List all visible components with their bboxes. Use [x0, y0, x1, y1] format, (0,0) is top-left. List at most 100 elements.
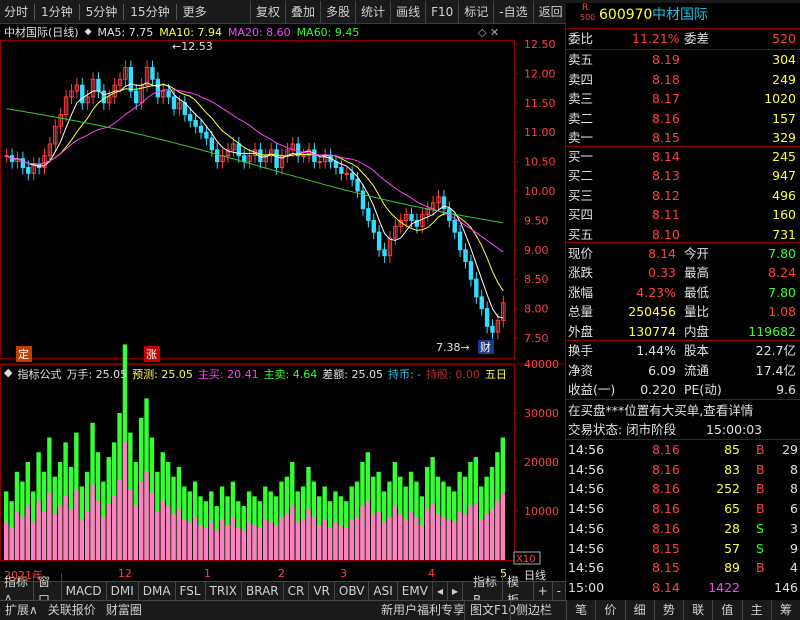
volume-bar-buy [257, 527, 263, 560]
indicator-tab-13[interactable]: ◂ [433, 582, 448, 600]
volume-bar-buy [403, 519, 408, 560]
indicator-legend: ◆ 指标公式 万手: 25.05 预测: 25.05 主买: 20.41 主卖:… [4, 366, 507, 382]
indicator-tab-3[interactable]: DMI [107, 582, 139, 600]
bid-price: 8.13 [652, 168, 680, 184]
chart-settings-icon[interactable]: ◆ [85, 27, 92, 37]
toolbar-separator [78, 3, 80, 20]
volume-bar-buy [344, 527, 349, 560]
candle-body [101, 90, 107, 104]
fund-value: 6.09 [648, 362, 676, 378]
date-label: 1 [204, 567, 211, 580]
period-selector: 分时 1分钟 5分钟 15分钟 更多 [0, 0, 211, 24]
indicator-tab-9[interactable]: VR [309, 582, 335, 600]
toolbar-button-3[interactable]: 统计 [355, 0, 390, 23]
volume-bar-buy [473, 503, 479, 560]
volume-bar-buy [203, 527, 209, 560]
period-3[interactable]: 15分钟 [126, 0, 173, 24]
candle-body [274, 149, 279, 168]
price-tick-label: 8.50 [524, 273, 549, 286]
candle-body [490, 325, 495, 333]
price-pane-frame [0, 40, 515, 359]
sidebar-button[interactable]: 侧边栏 [510, 601, 557, 620]
bid-price: 8.11 [652, 207, 680, 223]
volume-bar-buy [284, 514, 290, 560]
quote-label: 涨幅 [568, 284, 594, 300]
weidiff-value: 520 [772, 31, 796, 46]
volume-bar-buy [117, 479, 122, 560]
indicator-tab-17[interactable]: + [534, 582, 553, 600]
volume-bar-buy [306, 508, 311, 560]
toolbar-button-0[interactable]: 复权 [250, 0, 285, 23]
fund-row: 收益(一) 0.220 PE(动) 9.6 [566, 380, 800, 399]
kline-chart-area[interactable]: 12.50 12.00 11.50 11.00 10.50 10.00 9.50 9.00 8.… [0, 24, 566, 594]
bid-label: 买一 [568, 149, 594, 164]
volume-bar-buy [52, 514, 57, 560]
candle-body [409, 214, 414, 221]
tick-count: 3 [790, 520, 798, 536]
candle-body [474, 278, 479, 298]
ask-row: 卖五 8.19 304 [566, 50, 800, 69]
period-0[interactable]: 分时 [0, 0, 32, 24]
tick-time: 15:00 [568, 579, 605, 595]
related-quote-button[interactable]: 关联报价 [43, 601, 101, 620]
toolbar-button-8[interactable]: 返回 [532, 0, 568, 23]
toolbar-button-2[interactable]: 多股 [320, 0, 355, 23]
indicator-tab-12[interactable]: EMV [398, 582, 433, 600]
indicator-tabs: 指标A窗口MACDDMIDMAFSLTRIXBRARCRVROBVASIEMV◂… [0, 573, 566, 609]
tick-time: 14:56 [568, 560, 605, 576]
volume-bar-buy [371, 514, 376, 560]
volume-bar-buy [311, 516, 317, 560]
tick-row: 14:56 8.15 57 S 9 [566, 539, 800, 558]
volume-tick-label: 40000 [524, 358, 559, 371]
board-badge: 500 [580, 13, 596, 22]
indicator-tab-6[interactable]: TRIX [206, 582, 242, 600]
new-user-link[interactable]: 新用户福利专享 [376, 601, 470, 620]
tick-row: 14:56 8.15 89 B 4 [566, 558, 800, 577]
status-row: 交易状态: 闭市阶段 15:00:03 [566, 420, 800, 439]
tick-volume: 28 [724, 520, 740, 536]
ask-row: 卖四 8.18 249 [566, 70, 800, 89]
tick-volume: 252 [716, 481, 740, 497]
indicator-tab-8[interactable]: CR [284, 582, 310, 600]
volume-bar-buy [419, 524, 425, 560]
candle-body [382, 249, 387, 257]
toolbar-button-5[interactable]: F10 [425, 0, 458, 23]
indicator-settings-icon[interactable]: ◆ [4, 366, 12, 382]
indicator-tab-11[interactable]: ASI [369, 582, 398, 600]
tick-side: B [756, 481, 765, 497]
bid-label: 买五 [568, 226, 594, 242]
quote-value: 130774 [628, 323, 676, 339]
toolbar-button-1[interactable]: 叠加 [285, 0, 320, 23]
indicator-tab-7[interactable]: BRAR [242, 582, 284, 600]
volume-bar-buy [349, 519, 354, 560]
toolbar-button-6[interactable]: 标记 [458, 0, 493, 23]
ask-volume: 329 [772, 130, 796, 146]
chart-corner-icons[interactable]: ◇ ✕ [478, 26, 499, 39]
volume-bar-buy [484, 514, 489, 560]
period-4[interactable]: 更多 [179, 0, 211, 24]
indicator-tab-14[interactable]: ▸ [448, 582, 464, 600]
quote-label: 外盘 [568, 323, 594, 339]
big-order-notice[interactable]: 在买盘***位置有大买单,查看详情 [568, 401, 753, 420]
wealth-circle-button[interactable]: 财富圈 [101, 601, 147, 620]
toolbar-button-7[interactable]: -自选 [493, 0, 532, 23]
volume-bar-buy [327, 527, 333, 560]
expand-button[interactable]: 扩展∧ [0, 601, 43, 620]
tick-count: 9 [790, 540, 798, 556]
indicator-tab-4[interactable]: DMA [139, 582, 176, 600]
indicator-tab-5[interactable]: FSL [176, 582, 206, 600]
volume-bar-buy [300, 519, 306, 560]
indicator-tab-10[interactable]: OBV [335, 582, 370, 600]
indicator-tab-2[interactable]: MACD [62, 582, 107, 600]
period-1[interactable]: 1分钟 [37, 0, 77, 24]
kline-svg[interactable]: 12.5012.0011.5011.0010.5010.009.509.008.… [0, 24, 566, 581]
indicator-name[interactable]: 指标公式 [17, 366, 61, 382]
toolbar-button-4[interactable]: 画线 [390, 0, 425, 23]
divider [566, 439, 800, 440]
indicator-tab-18[interactable]: - [553, 582, 566, 600]
tick-count: 8 [790, 461, 798, 477]
volume-bar-buy [333, 522, 338, 560]
period-2[interactable]: 5分钟 [82, 0, 122, 24]
volume-bar-buy [209, 522, 214, 560]
candle-body [376, 231, 382, 251]
